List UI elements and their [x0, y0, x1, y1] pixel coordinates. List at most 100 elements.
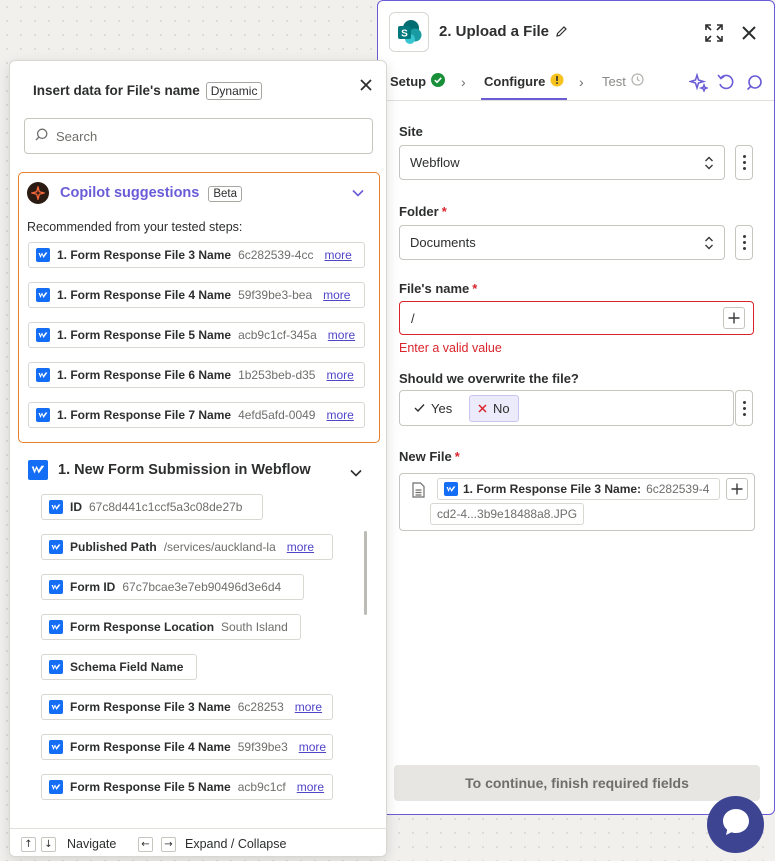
- more-link[interactable]: more: [324, 248, 356, 262]
- scrollbar[interactable]: [364, 531, 367, 615]
- data-item-published-path[interactable]: Published Path /services/auckland-la mor…: [41, 534, 333, 560]
- site-select[interactable]: Webflow: [399, 145, 725, 180]
- navigate-hint: Navigate: [67, 837, 117, 851]
- search-icon: [35, 128, 48, 144]
- tab-configure[interactable]: Configure: [484, 73, 564, 90]
- suggestion-item[interactable]: 1. Form Response File 3 Name 6c282539-4c…: [28, 242, 365, 268]
- webflow-icon: [36, 288, 50, 302]
- expand-icon[interactable]: [703, 22, 725, 44]
- more-link[interactable]: more: [286, 540, 319, 554]
- insert-data-plus-icon[interactable]: [723, 307, 745, 329]
- folder-label: Folder *: [399, 204, 447, 219]
- step-group-header[interactable]: 1. New Form Submission in Webflow: [28, 458, 373, 482]
- x-icon: [478, 401, 487, 416]
- file-name-error: Enter a valid value: [399, 341, 502, 355]
- webflow-icon: [49, 740, 63, 754]
- chevron-down-icon[interactable]: [350, 464, 362, 482]
- webflow-icon: [49, 620, 63, 634]
- more-link[interactable]: more: [323, 288, 355, 302]
- data-item-form-id[interactable]: Form ID 67c7bcae3e7eb90496d3e6d4: [41, 574, 304, 600]
- search-icon[interactable]: [743, 71, 765, 93]
- data-item-form-response-location[interactable]: Form Response Location South Island: [41, 614, 301, 640]
- data-item-form-response-file-4[interactable]: Form Response File 4 Name 59f39be3 more: [41, 734, 333, 760]
- step-title[interactable]: 2. Upload a File: [439, 23, 568, 42]
- webflow-icon: [36, 408, 50, 422]
- webflow-icon: [49, 500, 63, 514]
- checkmark-icon: [414, 401, 425, 416]
- svg-text:S: S: [401, 29, 408, 40]
- webflow-icon: [49, 580, 63, 594]
- overwrite-no-option[interactable]: No: [469, 395, 519, 422]
- more-link[interactable]: more: [326, 368, 358, 382]
- more-link[interactable]: more: [296, 780, 329, 794]
- more-link[interactable]: more: [326, 408, 358, 422]
- webflow-icon: [49, 700, 63, 714]
- active-tab-indicator: [481, 98, 567, 100]
- close-icon[interactable]: [738, 22, 760, 44]
- site-options-button[interactable]: [735, 145, 753, 180]
- arrow-down-key-icon: ↓: [41, 837, 56, 852]
- data-item-form-response-file-3[interactable]: Form Response File 3 Name 6c28253 more: [41, 694, 333, 720]
- suggestion-item[interactable]: 1. Form Response File 6 Name 1b253beb-d3…: [28, 362, 365, 388]
- warning-icon: [550, 73, 564, 90]
- undo-icon[interactable]: [715, 71, 737, 93]
- beta-badge: Beta: [208, 186, 243, 202]
- new-file-label: New File *: [399, 449, 460, 464]
- webflow-icon: [444, 482, 458, 496]
- webflow-icon: [36, 368, 50, 382]
- insert-data-panel: Insert data for File's name Dynamic Searc…: [9, 60, 387, 857]
- webflow-icon: [36, 328, 50, 342]
- suggestion-item[interactable]: 1. Form Response File 7 Name 4efd5afd-00…: [28, 402, 365, 428]
- step-header: S 2. Upload a File: [378, 1, 774, 63]
- webflow-icon: [49, 780, 63, 794]
- file-name-input[interactable]: /: [399, 301, 754, 335]
- chevron-down-icon[interactable]: [349, 184, 367, 202]
- overwrite-yes-option[interactable]: Yes: [406, 395, 460, 422]
- clock-icon: [631, 73, 644, 89]
- chat-bubble-icon: [720, 806, 752, 843]
- copilot-title: Copilot suggestions Beta: [60, 185, 243, 202]
- more-link[interactable]: more: [294, 700, 327, 714]
- pencil-icon[interactable]: [555, 25, 568, 42]
- copilot-icon: [27, 182, 49, 204]
- close-icon[interactable]: [355, 74, 377, 96]
- webflow-icon: [49, 540, 63, 554]
- site-label: Site: [399, 124, 423, 139]
- data-search-input[interactable]: Search: [24, 118, 373, 154]
- check-circle-icon: [431, 73, 446, 90]
- step-editor-panel: S 2. Upload a File Setup › Configure › T…: [377, 0, 775, 815]
- sharepoint-app-icon: S: [389, 12, 429, 52]
- new-file-plus-icon[interactable]: [726, 478, 748, 500]
- continue-button[interactable]: To continue, finish required fields: [394, 765, 760, 801]
- tab-setup[interactable]: Setup: [390, 73, 446, 90]
- overwrite-label: Should we overwrite the file?: [399, 371, 579, 386]
- new-file-data-pill-continued[interactable]: cd2-4...3b9e18488a8.JPG: [430, 503, 585, 525]
- step-tabs: Setup › Configure › Test: [378, 63, 774, 101]
- arrow-left-key-icon: ←: [138, 837, 153, 852]
- chevron-right-icon: ›: [579, 74, 584, 90]
- folder-select[interactable]: Documents: [399, 225, 725, 260]
- data-item-id[interactable]: ID 67c8d441c1ccf5a3c08de27b: [41, 494, 263, 520]
- overwrite-options-button[interactable]: [735, 390, 753, 426]
- tab-test[interactable]: Test: [602, 73, 644, 89]
- dynamic-badge: Dynamic: [205, 82, 263, 100]
- copilot-subtitle: Recommended from your tested steps:: [27, 220, 243, 234]
- data-item-form-response-file-5[interactable]: Form Response File 5 Name acb9c1cf more: [41, 774, 333, 800]
- arrow-right-key-icon: →: [161, 837, 176, 852]
- expand-collapse-hint: Expand / Collapse: [185, 837, 287, 851]
- chat-support-button[interactable]: [707, 796, 764, 853]
- more-link[interactable]: more: [327, 328, 360, 342]
- suggestion-item[interactable]: 1. Form Response File 5 Name acb9c1cf-34…: [28, 322, 365, 348]
- more-link[interactable]: more: [298, 740, 331, 754]
- new-file-data-pill[interactable]: 1. Form Response File 3 Name: 6c282539-4: [437, 478, 720, 500]
- webflow-icon: [49, 660, 63, 674]
- sparkle-icon[interactable]: [687, 71, 709, 93]
- overwrite-toggle: Yes No: [399, 390, 734, 426]
- new-file-input[interactable]: 1. Form Response File 3 Name: 6c282539-4…: [399, 473, 755, 531]
- chevron-right-icon: ›: [461, 74, 466, 90]
- folder-options-button[interactable]: [735, 225, 753, 260]
- data-item-schema-field-name[interactable]: Schema Field Name: [41, 654, 197, 680]
- document-icon: [412, 482, 425, 503]
- suggestion-item[interactable]: 1. Form Response File 4 Name 59f39be3-be…: [28, 282, 365, 308]
- insert-data-title: Insert data for File's name Dynamic: [33, 82, 263, 100]
